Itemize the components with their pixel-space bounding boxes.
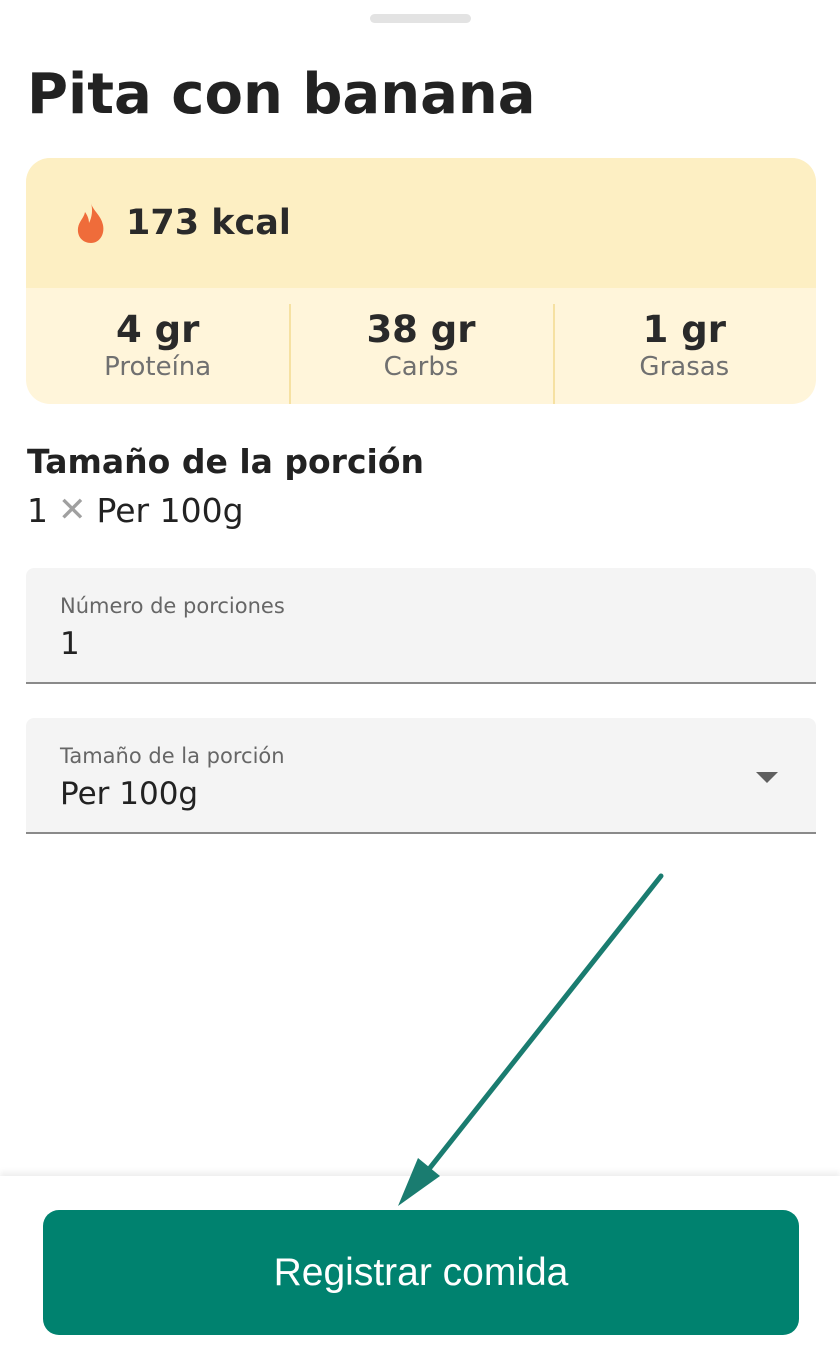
times-icon: ✕ xyxy=(58,490,87,530)
macro-label: Grasas xyxy=(639,352,730,383)
macro-label: Carbs xyxy=(383,352,459,383)
macros-row: 4 gr Proteína 38 gr Carbs 1 gr Grasas xyxy=(26,288,816,404)
drag-handle[interactable] xyxy=(370,14,471,23)
flame-icon xyxy=(77,203,104,243)
nutrition-card: 173 kcal 4 gr Proteína 38 gr Carbs 1 gr … xyxy=(26,158,816,404)
dropdown-arrow-icon[interactable] xyxy=(756,772,778,783)
servings-field-label: Número de porciones xyxy=(60,594,285,618)
log-food-button[interactable]: Registrar comida xyxy=(43,1210,799,1335)
serving-size-field-label: Tamaño de la porción xyxy=(60,744,285,768)
macro-carbs: 38 gr Carbs xyxy=(289,288,552,404)
bottom-sheet: Pita con banana 173 kcal 4 gr Proteína 3… xyxy=(0,0,840,1364)
serving-size-heading: Tamaño de la porción xyxy=(27,442,424,481)
servings-input[interactable]: Número de porciones 1 xyxy=(26,568,816,684)
food-title: Pita con banana xyxy=(27,62,536,127)
macro-label: Proteína xyxy=(104,352,212,383)
macro-fats: 1 gr Grasas xyxy=(552,288,816,404)
serving-size-select[interactable]: Tamaño de la porción Per 100g xyxy=(26,718,816,834)
serving-unit: Per 100g xyxy=(96,490,244,530)
servings-field-value[interactable]: 1 xyxy=(60,626,80,662)
calorie-value: 173 kcal xyxy=(126,203,291,243)
macro-value: 4 gr xyxy=(115,307,200,351)
serving-summary: 1 ✕ Per 100g xyxy=(27,490,244,530)
macro-value: 38 gr xyxy=(366,307,476,351)
macro-protein: 4 gr Proteína xyxy=(26,288,289,404)
serving-count: 1 xyxy=(27,490,48,530)
macro-value: 1 gr xyxy=(642,307,726,351)
calorie-row: 173 kcal xyxy=(26,158,816,288)
serving-size-field-value[interactable]: Per 100g xyxy=(60,776,198,812)
